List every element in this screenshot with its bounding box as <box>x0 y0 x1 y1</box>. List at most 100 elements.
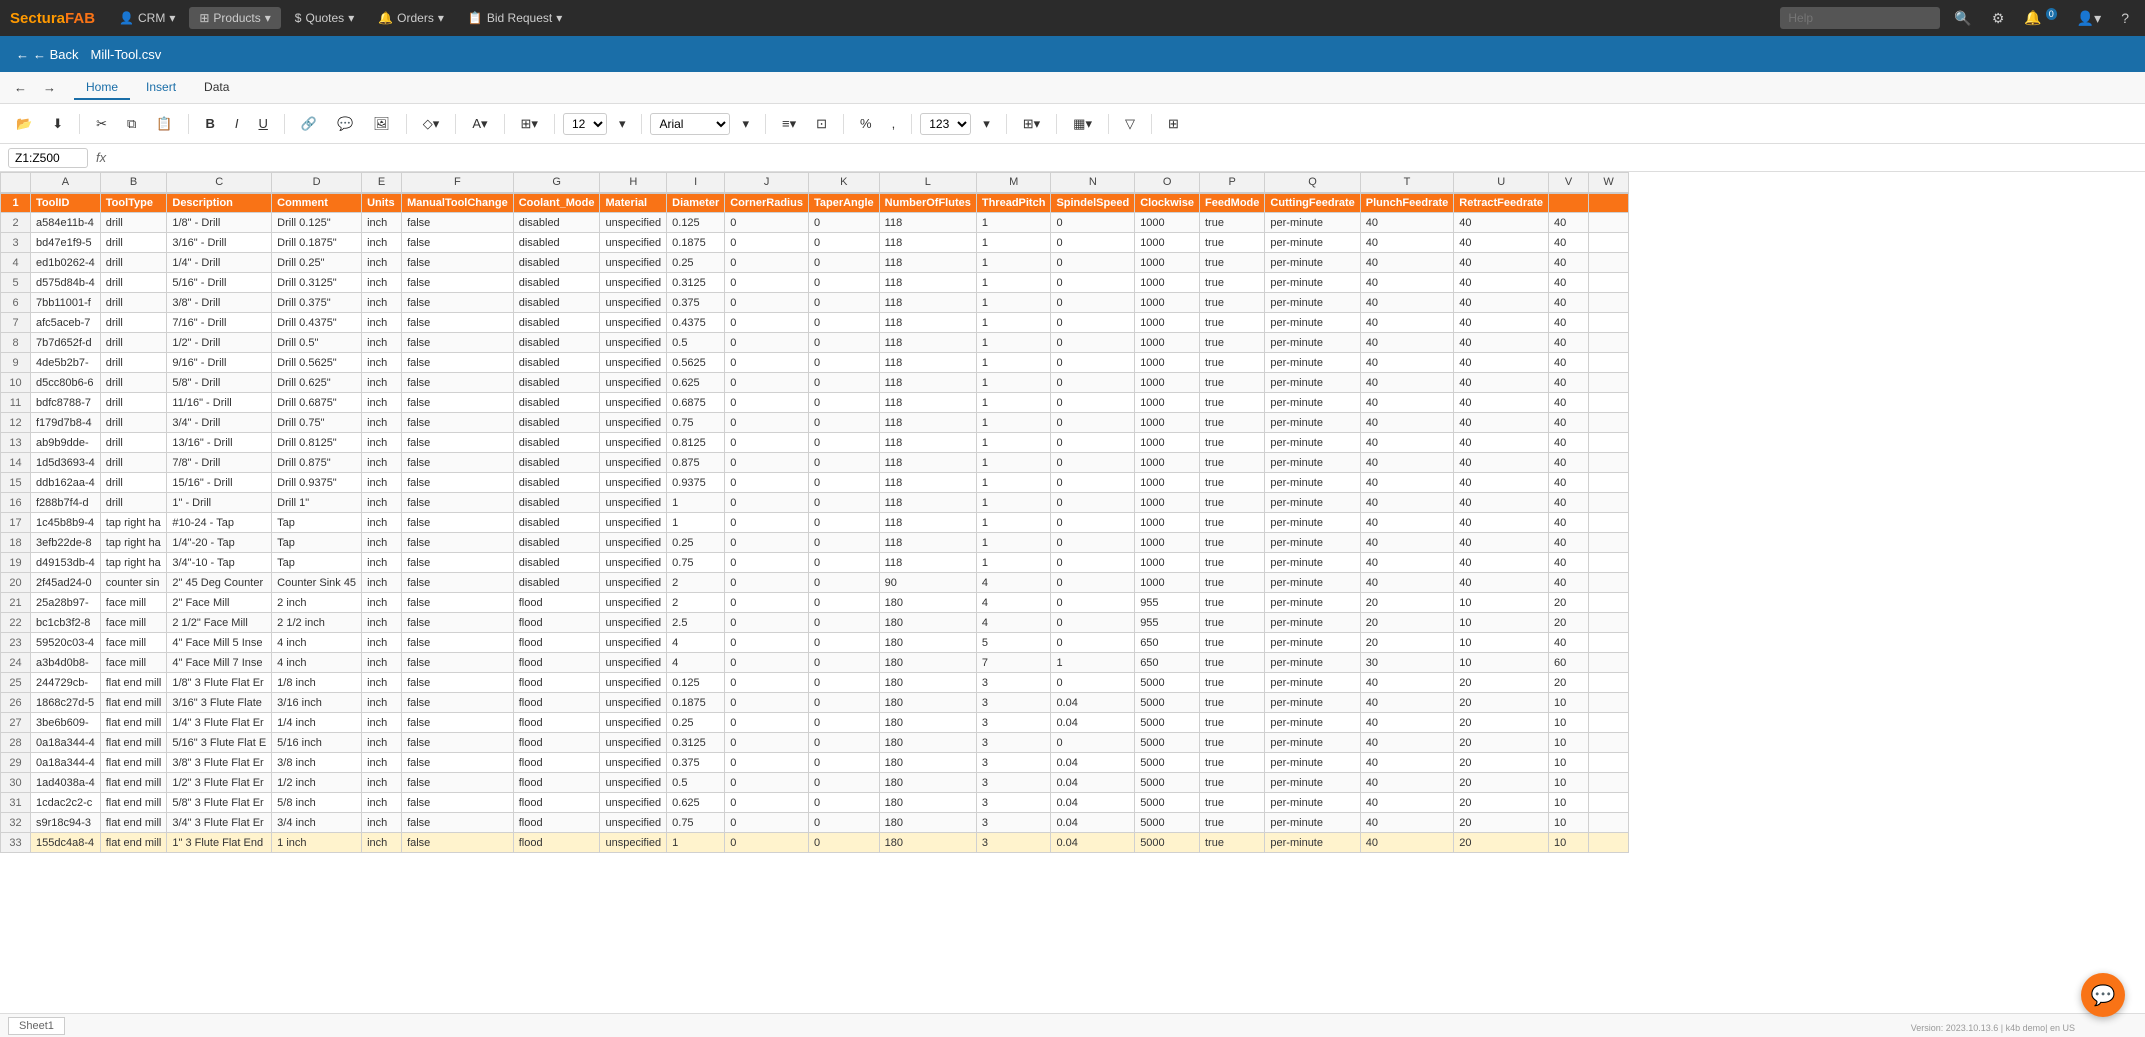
cell-corner[interactable]: 0 <box>725 633 809 653</box>
cell-clockwise[interactable]: 5000 <box>1135 833 1200 853</box>
cell-coolant[interactable]: flood <box>513 693 600 713</box>
cell-taper[interactable]: 0 <box>808 313 879 333</box>
cell-empty2[interactable] <box>1589 593 1629 613</box>
cell-corner[interactable]: 0 <box>725 793 809 813</box>
cell-units[interactable]: inch <box>362 553 402 573</box>
cell-taper[interactable]: 0 <box>808 393 879 413</box>
cell-empty2[interactable] <box>1589 473 1629 493</box>
cell-toolid[interactable]: 1c45b8b9-4 <box>31 513 101 533</box>
cell-units[interactable]: inch <box>362 413 402 433</box>
cell-spindle[interactable]: 0 <box>1051 493 1135 513</box>
cell-units[interactable]: inch <box>362 693 402 713</box>
cell-thread[interactable]: 1 <box>976 513 1051 533</box>
cell-empty2[interactable] <box>1589 613 1629 633</box>
cell-flutes[interactable]: 118 <box>879 393 976 413</box>
cell-empty1[interactable]: 20 <box>1549 673 1589 693</box>
cell-units[interactable]: inch <box>362 513 402 533</box>
cell-cutting[interactable]: per-minute <box>1265 433 1360 453</box>
font-family-select[interactable]: Arial <box>650 113 730 135</box>
col-d[interactable]: D <box>272 173 362 193</box>
cell-tooltype[interactable]: flat end mill <box>100 813 167 833</box>
cell-coolant[interactable]: disabled <box>513 453 600 473</box>
cell-flutes[interactable]: 180 <box>879 673 976 693</box>
cell-toolid[interactable]: 7b7d652f-d <box>31 333 101 353</box>
cell-toolid[interactable]: 4de5b2b7- <box>31 353 101 373</box>
shape-button[interactable]: ◇▾ <box>415 112 448 136</box>
cell-comment[interactable]: Drill 0.75" <box>272 413 362 433</box>
cell-comment[interactable]: 2 1/2 inch <box>272 613 362 633</box>
cell-toolid[interactable]: f288b7f4-d <box>31 493 101 513</box>
cell-retract[interactable]: 40 <box>1454 313 1549 333</box>
cell-clockwise[interactable]: 650 <box>1135 633 1200 653</box>
col-c[interactable]: C <box>167 173 272 193</box>
cell-retract[interactable]: 40 <box>1454 293 1549 313</box>
cell-material[interactable]: unspecified <box>600 753 667 773</box>
table-row[interactable]: 12f179d7b8-4drill3/4" - DrillDrill 0.75"… <box>1 413 1629 433</box>
cell-clockwise[interactable]: 1000 <box>1135 413 1200 433</box>
table-row[interactable]: 5d575d84b-4drill5/16" - DrillDrill 0.312… <box>1 273 1629 293</box>
cell-comment[interactable]: Counter Sink 45 <box>272 573 362 593</box>
cell-empty2[interactable] <box>1589 313 1629 333</box>
cell-thread[interactable]: 1 <box>976 533 1051 553</box>
cell-tooltype[interactable]: drill <box>100 313 167 333</box>
cell-thread[interactable]: 1 <box>976 293 1051 313</box>
font-family-chevron[interactable]: ▾ <box>734 112 757 136</box>
row-num[interactable]: 12 <box>1 413 31 433</box>
cell-clockwise[interactable]: 1000 <box>1135 373 1200 393</box>
cell-taper[interactable]: 0 <box>808 533 879 553</box>
cell-tooltype[interactable]: drill <box>100 493 167 513</box>
cell-tooltype[interactable]: face mill <box>100 613 167 633</box>
cell-tooltype[interactable]: flat end mill <box>100 833 167 853</box>
cell-units[interactable]: inch <box>362 493 402 513</box>
cell-flutes[interactable]: 180 <box>879 773 976 793</box>
cell-units[interactable]: inch <box>362 313 402 333</box>
nav-bid-request[interactable]: 📋 Bid Request ▾ <box>458 7 572 29</box>
cell-cutting[interactable]: per-minute <box>1265 693 1360 713</box>
cell-coolant[interactable]: disabled <box>513 573 600 593</box>
cell-thread[interactable]: 1 <box>976 393 1051 413</box>
cell-taper[interactable]: 0 <box>808 473 879 493</box>
cell-diameter[interactable]: 4 <box>667 653 725 673</box>
row-num[interactable]: 13 <box>1 433 31 453</box>
cell-thread[interactable]: 3 <box>976 753 1051 773</box>
cell-manual[interactable]: false <box>402 473 514 493</box>
cell-manual[interactable]: false <box>402 333 514 353</box>
cell-comment[interactable]: Drill 0.5" <box>272 333 362 353</box>
cell-description[interactable]: 13/16" - Drill <box>167 433 272 453</box>
cell-thread[interactable]: 4 <box>976 593 1051 613</box>
cell-toolid[interactable]: f179d7b8-4 <box>31 413 101 433</box>
cell-retract[interactable]: 40 <box>1454 513 1549 533</box>
cell-flutes[interactable]: 90 <box>879 573 976 593</box>
cell-empty2[interactable] <box>1589 213 1629 233</box>
cell-feedmode[interactable]: true <box>1200 733 1265 753</box>
search-icon[interactable]: 🔍 <box>1948 8 1977 29</box>
row-num[interactable]: 15 <box>1 473 31 493</box>
cell-description[interactable]: 1/4" 3 Flute Flat Er <box>167 713 272 733</box>
cell-spindle[interactable]: 0 <box>1051 673 1135 693</box>
cell-corner[interactable]: 0 <box>725 513 809 533</box>
cell-flutes[interactable]: 118 <box>879 213 976 233</box>
cell-empty1[interactable]: 40 <box>1549 513 1589 533</box>
cell-spindle[interactable]: 0 <box>1051 613 1135 633</box>
cell-empty2[interactable] <box>1589 753 1629 773</box>
cell-spindle[interactable]: 0.04 <box>1051 773 1135 793</box>
cell-units[interactable]: inch <box>362 353 402 373</box>
cell-empty2[interactable] <box>1589 513 1629 533</box>
cell-feedmode[interactable]: true <box>1200 793 1265 813</box>
format-num-2[interactable]: , <box>884 112 904 135</box>
cell-plunch[interactable]: 40 <box>1360 693 1454 713</box>
cell-coolant[interactable]: flood <box>513 613 600 633</box>
cell-flutes[interactable]: 180 <box>879 733 976 753</box>
cell-empty2[interactable] <box>1589 373 1629 393</box>
cell-plunch[interactable]: 40 <box>1360 753 1454 773</box>
cell-flutes[interactable]: 118 <box>879 553 976 573</box>
cell-corner[interactable]: 0 <box>725 473 809 493</box>
cell-cutting[interactable]: per-minute <box>1265 233 1360 253</box>
cell-units[interactable]: inch <box>362 533 402 553</box>
cell-units[interactable]: inch <box>362 373 402 393</box>
row-num[interactable]: 3 <box>1 233 31 253</box>
cell-empty2[interactable] <box>1589 713 1629 733</box>
cell-cutting[interactable]: per-minute <box>1265 393 1360 413</box>
cell-cutting[interactable]: per-minute <box>1265 753 1360 773</box>
cell-taper[interactable]: 0 <box>808 373 879 393</box>
